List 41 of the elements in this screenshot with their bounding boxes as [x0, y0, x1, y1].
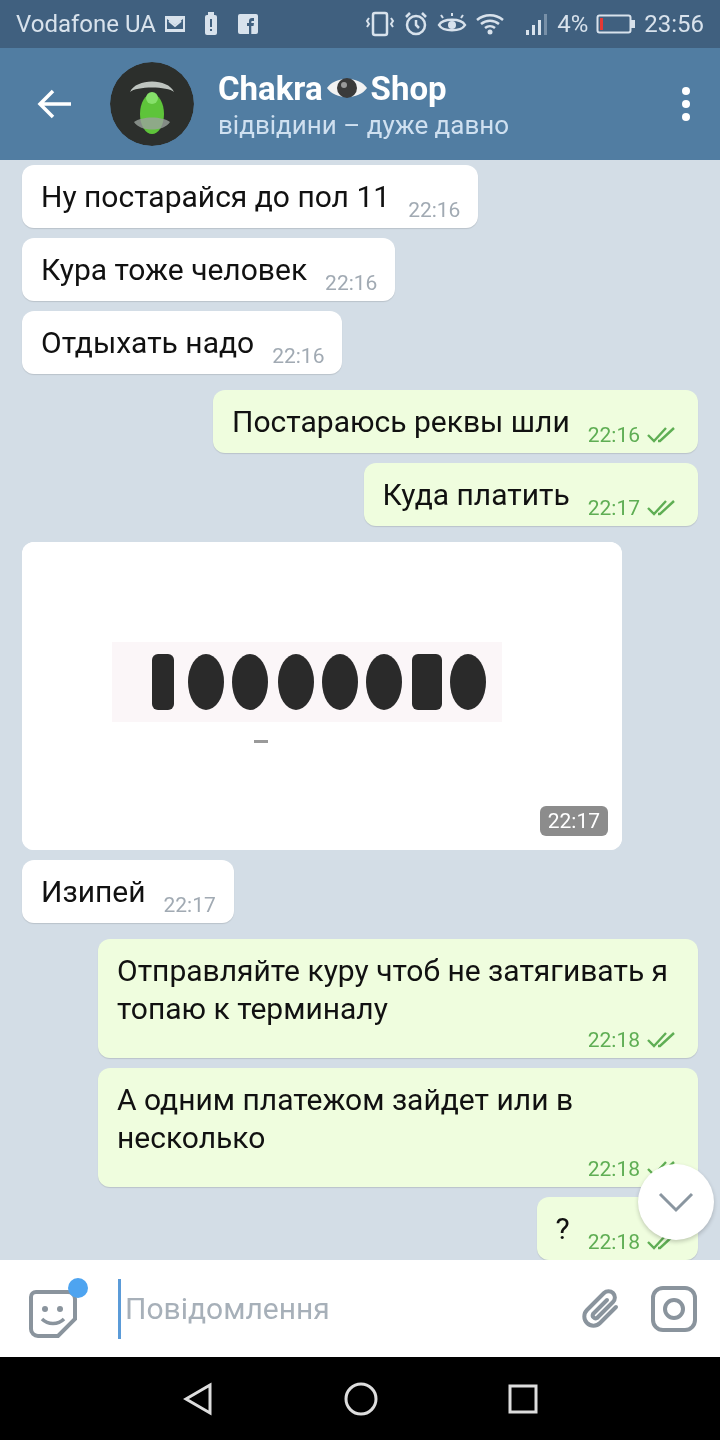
carrier-name: Vodafone UA: [16, 10, 156, 38]
message-time: 22:16: [272, 344, 325, 368]
clock-time: 23:56: [644, 10, 704, 38]
sticker-icon: [28, 1288, 78, 1339]
message-text: Изипей: [41, 873, 146, 911]
message-text: ?: [555, 1210, 570, 1248]
message-time: 22:18: [587, 1157, 640, 1181]
chat-title: Shop: [370, 68, 447, 108]
image-message[interactable]: 22:17: [22, 542, 622, 850]
battery-percent: 4%: [557, 10, 589, 38]
sticker-button[interactable]: [28, 1277, 90, 1340]
message-time: 22:17: [163, 893, 216, 917]
message-text: Ну постарайся до пол 11: [41, 178, 391, 216]
message-time: 22:18: [587, 1230, 640, 1254]
recents-nav-button[interactable]: [508, 1383, 538, 1414]
message-text: Кура тоже человек: [41, 251, 308, 289]
message-time: 22:17: [587, 496, 640, 520]
message-text: Постараюсь реквы шли: [232, 403, 570, 441]
signal-icon: [525, 12, 550, 36]
avatar[interactable]: [110, 62, 194, 146]
chevron-down-icon: [657, 1191, 695, 1213]
message-input[interactable]: Повідомлення: [118, 1278, 558, 1339]
message-time: 22:16: [408, 198, 461, 222]
battery-icon: [596, 13, 637, 35]
message-time: 22:17: [539, 806, 608, 836]
back-arrow-icon: [37, 88, 73, 120]
message-time: 22:16: [587, 423, 640, 447]
message-text: А одним платежом зайдет или в несколько: [117, 1081, 575, 1157]
message-time: 22:18: [587, 1028, 640, 1052]
back-nav-button[interactable]: [182, 1381, 214, 1416]
message-text: Куда платить: [382, 476, 570, 514]
message-time: 22:16: [325, 271, 378, 295]
message-text: Отдыхать надо: [41, 324, 255, 362]
chat-title: Chakra: [218, 68, 323, 108]
vibrate-icon: [365, 11, 396, 37]
mail-icon: [163, 15, 186, 33]
home-nav-button[interactable]: [344, 1381, 378, 1416]
last-seen-status: відвідини – дуже давно: [218, 109, 511, 140]
facebook-icon: [237, 14, 258, 34]
message-text: Отправляйте куру чтоб не затягивать я топаю к терминалу: [117, 952, 670, 1028]
alert-icon: [203, 12, 218, 36]
